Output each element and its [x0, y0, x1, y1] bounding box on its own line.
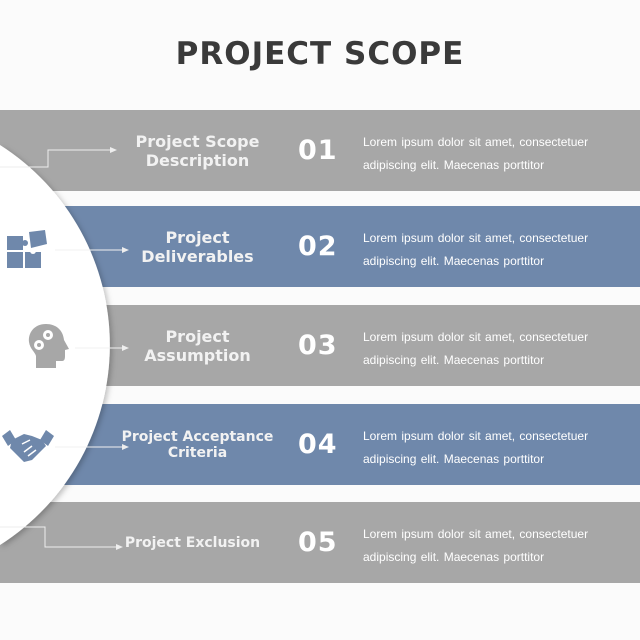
head-gears-icon [28, 324, 69, 368]
puzzle-icon [7, 230, 47, 268]
circle-and-connectors [0, 145, 129, 550]
handshake-icon [2, 430, 54, 462]
